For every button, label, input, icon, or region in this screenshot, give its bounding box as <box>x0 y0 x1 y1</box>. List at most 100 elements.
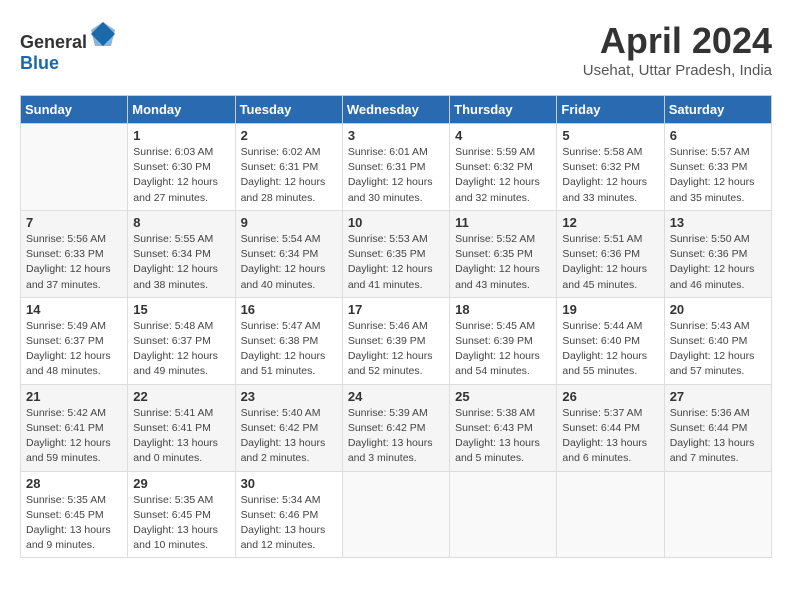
calendar-cell <box>21 124 128 211</box>
day-number: 23 <box>241 389 337 404</box>
day-number: 4 <box>455 128 551 143</box>
day-info: Sunrise: 5:34 AM Sunset: 6:46 PM Dayligh… <box>241 493 337 554</box>
day-info: Sunrise: 5:58 AM Sunset: 6:32 PM Dayligh… <box>562 145 658 206</box>
day-number: 13 <box>670 215 766 230</box>
day-number: 27 <box>670 389 766 404</box>
day-number: 7 <box>26 215 122 230</box>
calendar-cell: 16 Sunrise: 5:47 AM Sunset: 6:38 PM Dayli… <box>235 297 342 384</box>
calendar-cell: 19 Sunrise: 5:44 AM Sunset: 6:40 PM Dayli… <box>557 297 664 384</box>
day-number: 9 <box>241 215 337 230</box>
calendar-cell: 12 Sunrise: 5:51 AM Sunset: 6:36 PM Dayli… <box>557 210 664 297</box>
calendar-cell <box>664 471 771 558</box>
calendar-cell: 8 Sunrise: 5:55 AM Sunset: 6:34 PM Daylig… <box>128 210 235 297</box>
calendar-cell <box>557 471 664 558</box>
calendar-cell: 28 Sunrise: 5:35 AM Sunset: 6:45 PM Dayli… <box>21 471 128 558</box>
day-number: 15 <box>133 302 229 317</box>
calendar-cell <box>450 471 557 558</box>
day-info: Sunrise: 5:52 AM Sunset: 6:35 PM Dayligh… <box>455 232 551 293</box>
calendar-cell: 11 Sunrise: 5:52 AM Sunset: 6:35 PM Dayli… <box>450 210 557 297</box>
day-info: Sunrise: 5:57 AM Sunset: 6:33 PM Dayligh… <box>670 145 766 206</box>
calendar-cell: 23Sunrise: 5:40 AM Sunset: 6:42 PM Dayli… <box>235 384 342 471</box>
day-info: Sunrise: 5:37 AM Sunset: 6:44 PM Dayligh… <box>562 406 658 467</box>
day-info: Sunrise: 5:43 AM Sunset: 6:40 PM Dayligh… <box>670 319 766 380</box>
day-number: 21 <box>26 389 122 404</box>
day-info: Sunrise: 5:50 AM Sunset: 6:36 PM Dayligh… <box>670 232 766 293</box>
calendar-cell: 10 Sunrise: 5:53 AM Sunset: 6:35 PM Dayli… <box>342 210 449 297</box>
day-number: 16 <box>241 302 337 317</box>
location: Usehat, Uttar Pradesh, India <box>583 62 772 79</box>
logo: General Blue <box>20 20 117 74</box>
day-number: 10 <box>348 215 444 230</box>
day-info: Sunrise: 5:53 AM Sunset: 6:35 PM Dayligh… <box>348 232 444 293</box>
day-number: 11 <box>455 215 551 230</box>
logo-text: General Blue <box>20 20 117 74</box>
day-number: 3 <box>348 128 444 143</box>
calendar-row-1: 1 Sunrise: 6:03 AM Sunset: 6:30 PM Daylig… <box>21 124 772 211</box>
day-info: Sunrise: 5:36 AM Sunset: 6:44 PM Dayligh… <box>670 406 766 467</box>
calendar-cell <box>342 471 449 558</box>
day-info: Sunrise: 5:55 AM Sunset: 6:34 PM Dayligh… <box>133 232 229 293</box>
day-info: Sunrise: 5:41 AM Sunset: 6:41 PM Dayligh… <box>133 406 229 467</box>
day-info: Sunrise: 5:46 AM Sunset: 6:39 PM Dayligh… <box>348 319 444 380</box>
day-info: Sunrise: 5:38 AM Sunset: 6:43 PM Dayligh… <box>455 406 551 467</box>
logo-blue: Blue <box>20 53 59 73</box>
day-number: 20 <box>670 302 766 317</box>
calendar-cell: 29 Sunrise: 5:35 AM Sunset: 6:45 PM Dayli… <box>128 471 235 558</box>
calendar-cell: 4 Sunrise: 5:59 AM Sunset: 6:32 PM Daylig… <box>450 124 557 211</box>
day-info: Sunrise: 5:51 AM Sunset: 6:36 PM Dayligh… <box>562 232 658 293</box>
day-info: Sunrise: 6:01 AM Sunset: 6:31 PM Dayligh… <box>348 145 444 206</box>
day-number: 26 <box>562 389 658 404</box>
day-info: Sunrise: 5:59 AM Sunset: 6:32 PM Dayligh… <box>455 145 551 206</box>
calendar-row-2: 7 Sunrise: 5:56 AM Sunset: 6:33 PM Daylig… <box>21 210 772 297</box>
day-number: 12 <box>562 215 658 230</box>
weekday-header-saturday: Saturday <box>664 96 771 124</box>
day-number: 24 <box>348 389 444 404</box>
day-number: 19 <box>562 302 658 317</box>
day-info: Sunrise: 5:35 AM Sunset: 6:45 PM Dayligh… <box>133 493 229 554</box>
calendar-row-3: 14 Sunrise: 5:49 AM Sunset: 6:37 PM Dayli… <box>21 297 772 384</box>
calendar-cell: 7 Sunrise: 5:56 AM Sunset: 6:33 PM Daylig… <box>21 210 128 297</box>
weekday-header-thursday: Thursday <box>450 96 557 124</box>
day-info: Sunrise: 5:54 AM Sunset: 6:34 PM Dayligh… <box>241 232 337 293</box>
day-info: Sunrise: 6:02 AM Sunset: 6:31 PM Dayligh… <box>241 145 337 206</box>
day-number: 30 <box>241 476 337 491</box>
day-info: Sunrise: 5:56 AM Sunset: 6:33 PM Dayligh… <box>26 232 122 293</box>
weekday-header-tuesday: Tuesday <box>235 96 342 124</box>
calendar-cell: 24Sunrise: 5:39 AM Sunset: 6:42 PM Dayli… <box>342 384 449 471</box>
calendar-cell: 1 Sunrise: 6:03 AM Sunset: 6:30 PM Daylig… <box>128 124 235 211</box>
calendar-cell: 6Sunrise: 5:57 AM Sunset: 6:33 PM Daylig… <box>664 124 771 211</box>
day-number: 17 <box>348 302 444 317</box>
day-number: 29 <box>133 476 229 491</box>
day-info: Sunrise: 5:49 AM Sunset: 6:37 PM Dayligh… <box>26 319 122 380</box>
weekday-header-wednesday: Wednesday <box>342 96 449 124</box>
day-number: 8 <box>133 215 229 230</box>
calendar-cell: 17 Sunrise: 5:46 AM Sunset: 6:39 PM Dayli… <box>342 297 449 384</box>
day-number: 22 <box>133 389 229 404</box>
day-info: Sunrise: 5:47 AM Sunset: 6:38 PM Dayligh… <box>241 319 337 380</box>
day-number: 5 <box>562 128 658 143</box>
day-info: Sunrise: 5:44 AM Sunset: 6:40 PM Dayligh… <box>562 319 658 380</box>
weekday-header-row: SundayMondayTuesdayWednesdayThursdayFrid… <box>21 96 772 124</box>
calendar-cell: 3 Sunrise: 6:01 AM Sunset: 6:31 PM Daylig… <box>342 124 449 211</box>
weekday-header-friday: Friday <box>557 96 664 124</box>
calendar-cell: 30 Sunrise: 5:34 AM Sunset: 6:46 PM Dayli… <box>235 471 342 558</box>
day-info: Sunrise: 5:35 AM Sunset: 6:45 PM Dayligh… <box>26 493 122 554</box>
month-year: April 2024 <box>583 20 772 62</box>
calendar-cell: 13 Sunrise: 5:50 AM Sunset: 6:36 PM Dayli… <box>664 210 771 297</box>
calendar-table: SundayMondayTuesdayWednesdayThursdayFrid… <box>20 95 772 558</box>
day-number: 1 <box>133 128 229 143</box>
calendar-cell: 22 Sunrise: 5:41 AM Sunset: 6:41 PM Dayli… <box>128 384 235 471</box>
day-info: Sunrise: 5:48 AM Sunset: 6:37 PM Dayligh… <box>133 319 229 380</box>
logo-general: General <box>20 32 87 52</box>
day-number: 28 <box>26 476 122 491</box>
calendar-row-5: 28 Sunrise: 5:35 AM Sunset: 6:45 PM Dayli… <box>21 471 772 558</box>
calendar-cell: 18Sunrise: 5:45 AM Sunset: 6:39 PM Dayli… <box>450 297 557 384</box>
day-number: 14 <box>26 302 122 317</box>
calendar-cell: 21 Sunrise: 5:42 AM Sunset: 6:41 PM Dayli… <box>21 384 128 471</box>
weekday-header-monday: Monday <box>128 96 235 124</box>
page-header: General Blue April 2024 Usehat, Uttar Pr… <box>20 20 772 79</box>
day-info: Sunrise: 6:03 AM Sunset: 6:30 PM Dayligh… <box>133 145 229 206</box>
calendar-cell: 5 Sunrise: 5:58 AM Sunset: 6:32 PM Daylig… <box>557 124 664 211</box>
calendar-cell: 15 Sunrise: 5:48 AM Sunset: 6:37 PM Dayli… <box>128 297 235 384</box>
day-info: Sunrise: 5:42 AM Sunset: 6:41 PM Dayligh… <box>26 406 122 467</box>
